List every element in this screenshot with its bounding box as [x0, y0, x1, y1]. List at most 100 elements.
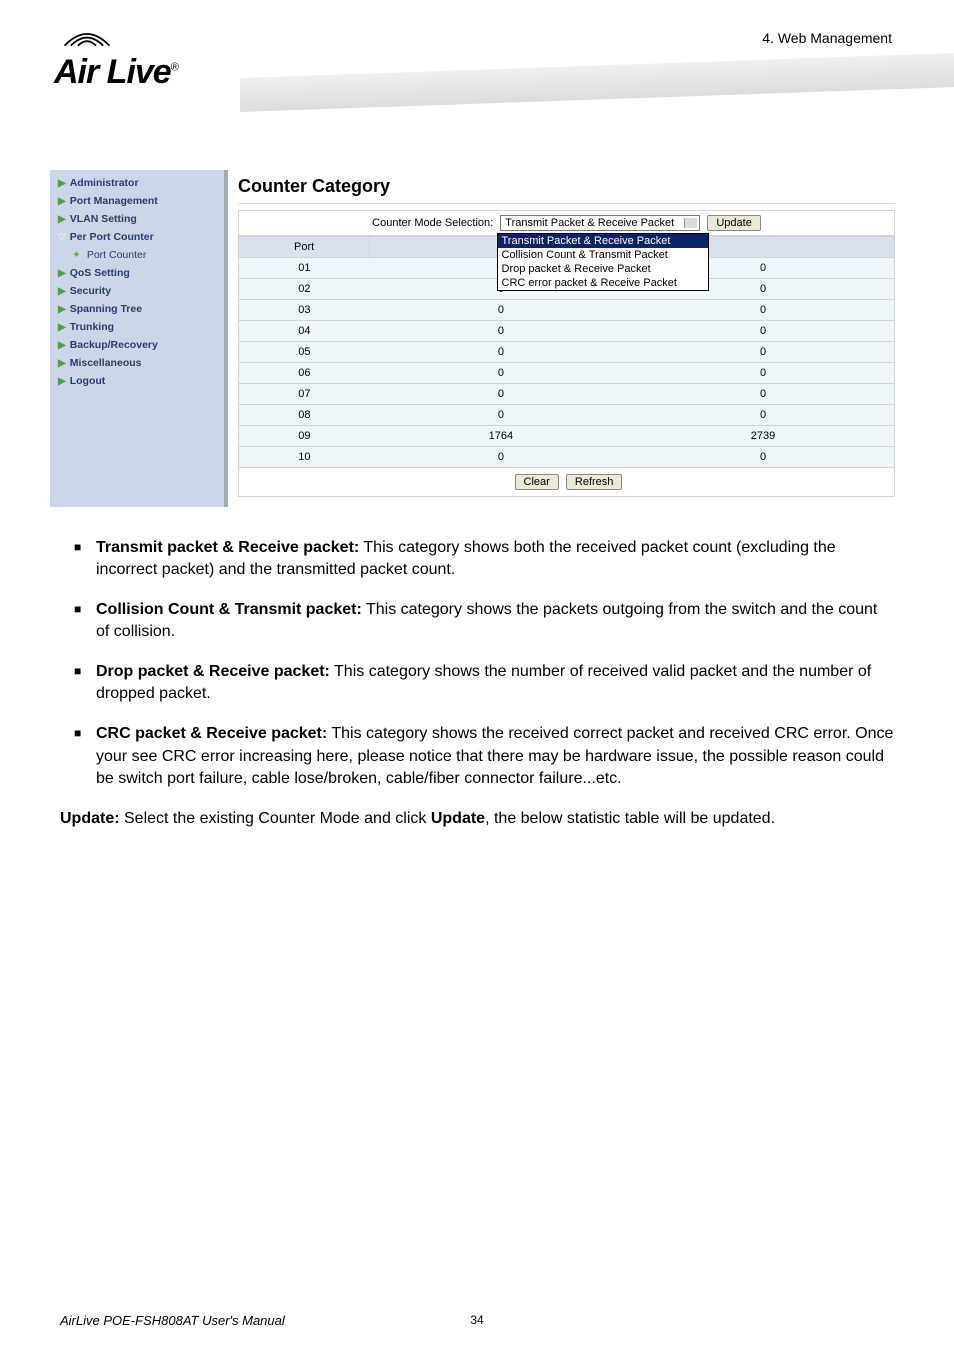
cell-tx: 0 — [370, 363, 632, 384]
divider — [238, 203, 895, 204]
sidebar-item-miscellaneous[interactable]: ▶ Miscellaneous — [50, 354, 224, 372]
sidebar-item-label: Port Management — [70, 195, 158, 207]
sidebar-item-per-port-counter[interactable]: ▽Per Port Counter — [50, 228, 224, 246]
table-row: 0917642739 — [239, 426, 895, 447]
sidebar-item-backup-recovery[interactable]: ▶ Backup/Recovery — [50, 336, 224, 354]
clear-button[interactable]: Clear — [515, 474, 559, 490]
cell-tx: 0 — [370, 342, 632, 363]
cell-rx: 0 — [632, 321, 894, 342]
page-number: 34 — [470, 1313, 483, 1327]
dropdown-option[interactable]: CRC error packet & Receive Packet — [498, 276, 708, 290]
sidebar-item-label: Spanning Tree — [70, 303, 142, 315]
chevron-right-icon: ▶ — [58, 214, 66, 225]
cell-tx: 0 — [370, 384, 632, 405]
chevron-right-icon: ▶ — [58, 304, 66, 315]
chevron-right-icon: ▶ — [58, 268, 66, 279]
chevron-down-icon: ▽ — [58, 232, 66, 243]
content-panel: Counter Category Counter Mode Selection:… — [226, 170, 905, 507]
sidebar-subitem-label: Port Counter — [87, 249, 147, 261]
sidebar-item-trunking[interactable]: ▶ Trunking — [50, 318, 224, 336]
chevron-right-icon: ▶ — [58, 196, 66, 207]
chevron-right-icon: ▶ — [58, 322, 66, 333]
cell-tx: 0 — [370, 321, 632, 342]
sidebar-item-security[interactable]: ▶ Security — [50, 282, 224, 300]
cell-rx: 0 — [632, 300, 894, 321]
sidebar-item-label: Miscellaneous — [70, 357, 142, 369]
cell-port: 09 — [239, 426, 370, 447]
sidebar-item-label: Logout — [70, 375, 106, 387]
wifi-arcs-icon — [60, 20, 114, 48]
cell-tx: 0 — [370, 405, 632, 426]
brand-logo-text: Air Live® — [54, 53, 224, 92]
cell-rx: 0 — [632, 384, 894, 405]
panel-title: Counter Category — [238, 176, 895, 197]
leaf-icon: ✦ — [72, 249, 81, 261]
chapter-reference: 4. Web Management — [762, 30, 892, 46]
embedded-screenshot: ▶ Administrator ▶ Port Management ▶ VLAN Se… — [50, 170, 905, 507]
chevron-right-icon: ▶ — [58, 376, 66, 387]
sidebar-item-port-management[interactable]: ▶ Port Management — [50, 192, 224, 210]
body-text: Transmit packet & Receive packet: This c… — [60, 537, 894, 790]
counter-mode-label: Counter Mode Selection: — [372, 217, 493, 229]
cell-port: 01 — [239, 258, 370, 279]
dropdown-option[interactable]: Collision Count & Transmit Packet — [498, 248, 708, 262]
cell-tx: 1764 — [370, 426, 632, 447]
cell-rx: 0 — [632, 342, 894, 363]
cell-port: 10 — [239, 447, 370, 468]
cell-port: 06 — [239, 363, 370, 384]
sidebar-nav: ▶ Administrator ▶ Port Management ▶ VLAN Se… — [50, 170, 226, 507]
sidebar-item-label: Trunking — [70, 321, 114, 333]
sidebar-item-label: VLAN Setting — [70, 213, 137, 225]
list-item: Collision Count & Transmit packet: This … — [60, 599, 894, 643]
dropdown-option[interactable]: Drop packet & Receive Packet — [498, 262, 708, 276]
brand-logo: Air Live® — [54, 20, 224, 92]
sidebar-item-label: Security — [70, 285, 111, 297]
chevron-right-icon: ▶ — [58, 286, 66, 297]
cell-tx: 0 — [370, 300, 632, 321]
sidebar-item-label: QoS Setting — [70, 267, 130, 279]
sidebar-item-label: Administrator — [70, 177, 139, 189]
cell-rx: 0 — [632, 363, 894, 384]
table-row: 1000 — [239, 447, 895, 468]
table-row: 0600 — [239, 363, 895, 384]
update-button[interactable]: Update — [707, 215, 760, 231]
counter-mode-dropdown: Transmit Packet & Receive Packet Collisi… — [497, 233, 709, 291]
cell-rx: 0 — [632, 405, 894, 426]
sidebar-item-logout[interactable]: ▶ Logout — [50, 372, 224, 390]
col-port: Port — [239, 237, 370, 258]
chevron-right-icon: ▶ — [58, 178, 66, 189]
sidebar-item-label: Backup/Recovery — [70, 339, 158, 351]
sidebar-item-spanning-tree[interactable]: ▶ Spanning Tree — [50, 300, 224, 318]
update-note: Update: Select the existing Counter Mode… — [60, 808, 894, 830]
counter-mode-row: Counter Mode Selection: Transmit Packet … — [238, 210, 895, 236]
sidebar-item-vlan-setting[interactable]: ▶ VLAN Setting — [50, 210, 224, 228]
sidebar-subitem-port-counter[interactable]: ✦ Port Counter — [50, 246, 224, 264]
table-row: 0800 — [239, 405, 895, 426]
chevron-right-icon: ▶ — [58, 340, 66, 351]
list-item: CRC packet & Receive packet: This catego… — [60, 723, 894, 789]
sidebar-item-qos-setting[interactable]: ▶ QoS Setting — [50, 264, 224, 282]
sidebar-item-administrator[interactable]: ▶ Administrator — [50, 174, 224, 192]
list-item: Transmit packet & Receive packet: This c… — [60, 537, 894, 581]
cell-rx: 2739 — [632, 426, 894, 447]
cell-port: 04 — [239, 321, 370, 342]
header-diagonal-band — [240, 53, 954, 112]
cell-rx: 0 — [632, 447, 894, 468]
cell-port: 07 — [239, 384, 370, 405]
cell-port: 05 — [239, 342, 370, 363]
counter-mode-select[interactable]: Transmit Packet & Receive Packet — [500, 215, 700, 231]
table-row: 0700 — [239, 384, 895, 405]
chevron-right-icon: ▶ — [58, 358, 66, 369]
table-row: 0400 — [239, 321, 895, 342]
manual-title: AirLive POE-FSH808AT User's Manual — [60, 1313, 285, 1328]
dropdown-option[interactable]: Transmit Packet & Receive Packet — [498, 234, 708, 248]
cell-port: 02 — [239, 279, 370, 300]
cell-port: 03 — [239, 300, 370, 321]
table-button-row: Clear Refresh — [238, 468, 895, 497]
refresh-button[interactable]: Refresh — [566, 474, 623, 490]
page-footer: AirLive POE-FSH808AT User's Manual 34 — [60, 1313, 894, 1328]
table-row: 0300 — [239, 300, 895, 321]
cell-tx: 0 — [370, 447, 632, 468]
table-row: 0500 — [239, 342, 895, 363]
page-header: Air Live® 4. Web Management — [0, 0, 954, 130]
